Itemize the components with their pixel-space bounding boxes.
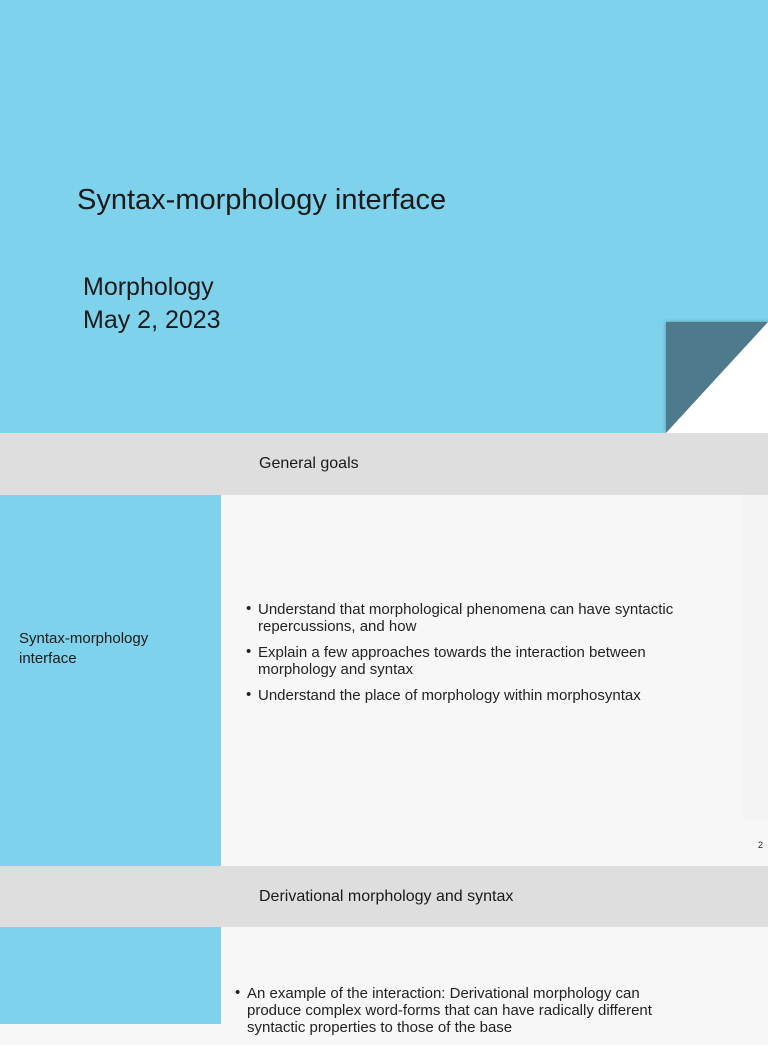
- page-number: 2: [757, 840, 763, 850]
- slide2-sidebar: [0, 495, 221, 866]
- slide2-sidebar-label: Syntax-morphology interface: [19, 630, 149, 667]
- slide-title: Syntax-morphology interface: [77, 184, 447, 216]
- slide2-header: General goals: [0, 433, 768, 495]
- lecture-date: May 2, 2023: [83, 306, 221, 334]
- title-slide: Syntax-morphology interface Morphology M…: [0, 0, 768, 433]
- corner-decoration: [666, 322, 768, 433]
- slide3-header: Derivational morphology and syntax: [0, 866, 768, 927]
- slide3-bullet-list: An example of the interaction: Derivatio…: [235, 984, 685, 1045]
- bullet-item: Understand the place of morphology withi…: [246, 686, 716, 704]
- slide3-sidebar: [0, 927, 221, 1024]
- slide2-heading: General goals: [259, 455, 359, 472]
- course-name: Morphology: [83, 273, 214, 301]
- slide3-heading: Derivational morphology and syntax: [259, 887, 514, 905]
- bullet-item: An example of the interaction: Derivatio…: [235, 984, 685, 1036]
- bullet-item: Understand that morphological phenomena …: [246, 600, 716, 635]
- slide-subtitle: Morphology May 2, 2023: [83, 271, 221, 337]
- slide2-edge: [743, 495, 768, 820]
- bullet-item: Explain a few approaches towards the int…: [246, 643, 716, 678]
- slide2-bullet-list: Understand that morphological phenomena …: [246, 600, 716, 713]
